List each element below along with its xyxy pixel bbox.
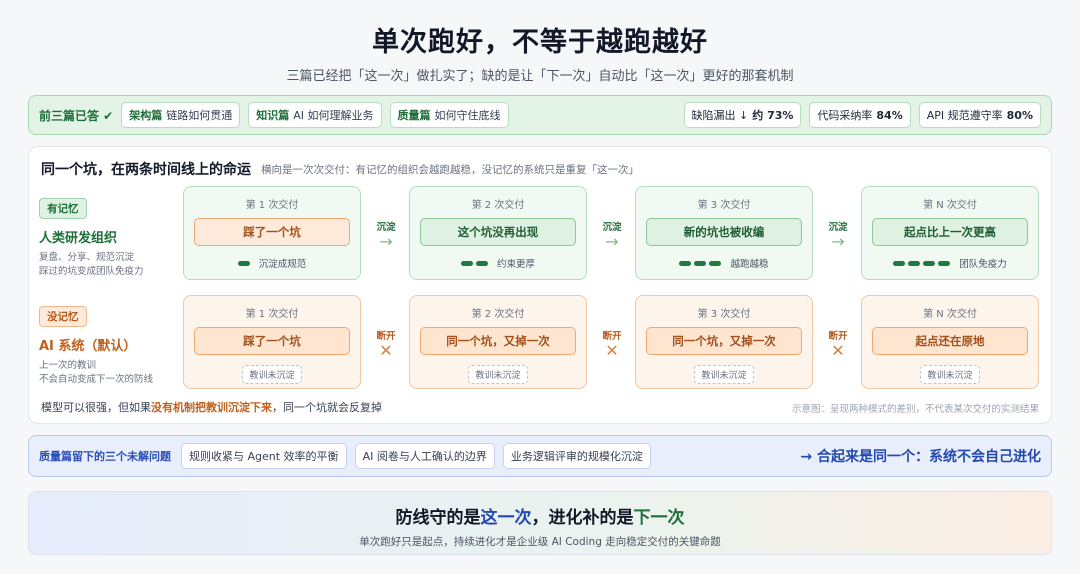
issue-chip: AI 阅卷与人工确认的边界 bbox=[354, 443, 495, 469]
page-subtitle: 三篇已经把「这一次」做扎实了；缺的是让「下一次」自动比「这一次」更好的那套机制 bbox=[286, 69, 794, 84]
card-ai-1: 第 1 次交付 踩了一个坑 教训未沉淀 bbox=[183, 295, 361, 389]
row-desc: 复盘、分享、规范沉淀 踩过的坑变成团队免疫力 bbox=[39, 252, 144, 277]
recap-label: 前三篇已答 ✔ bbox=[39, 108, 114, 123]
issue-chip: 业务逻辑评审的规模化沉淀 bbox=[502, 443, 651, 469]
row-label-memory: 有记忆 人类研发组织 复盘、分享、规范沉淀 踩过的坑变成团队免疫力 bbox=[39, 197, 179, 279]
panel-subtitle: 横向是一次次交付：有记忆的组织会越跑越稳，没记忆的系统只是重复「这一次」 bbox=[261, 164, 639, 176]
card-human-2: 第 2 次交付 这个坑没再出现 约束更厚 bbox=[409, 186, 587, 280]
cross-icon: ✕ bbox=[379, 341, 393, 360]
row-name-ai-system: AI 系统（默认） bbox=[39, 339, 137, 354]
panel-note: 模型可以很强，但如果没有机制把教训沉淀下来，同一个坑就会反复掉 bbox=[41, 401, 382, 414]
arrow-right-icon: → bbox=[379, 232, 393, 251]
card-ai-2: 第 2 次交付 同一个坑，又掉一次 教训未沉淀 bbox=[409, 295, 587, 389]
tag-memory: 有记忆 bbox=[39, 198, 87, 219]
card-ai-n: 第 N 次交付 起点还在原地 教训未沉淀 bbox=[861, 295, 1039, 389]
connector-broken: 断开 ✕ bbox=[589, 328, 635, 360]
metric-api-compliance: API 规范遵守率 80% bbox=[918, 102, 1041, 128]
issues-bar: 质量篇留下的三个未解问题 规则收紧与 Agent 效率的平衡 AI 阅卷与人工确… bbox=[28, 435, 1052, 477]
footer-banner: 防线守的是这一次，进化补的是下一次 单次跑好只是起点，持续进化才是企业级 AI … bbox=[28, 491, 1052, 555]
card-human-n: 第 N 次交付 起点比上一次更高 团队免疫力 bbox=[861, 186, 1039, 280]
row-label-no-memory: 没记忆 AI 系统（默认） 上一次的教训 不会自动变成下一次的防线 bbox=[39, 305, 179, 387]
connector-broken: 断开 ✕ bbox=[815, 328, 861, 360]
timeline-panel: 同一个坑，在两条时间线上的命运 横向是一次次交付：有记忆的组织会越跑越稳，没记忆… bbox=[28, 146, 1052, 424]
recap-chip-quality: 质量篇 如何守住底线 bbox=[389, 102, 509, 128]
recap-chip-architecture: 架构篇 链路如何贯通 bbox=[121, 102, 241, 128]
panel-caption: 示意图：呈现两种模式的差别，不代表某次交付的实测结果 bbox=[791, 404, 1039, 415]
page-title: 单次跑好，不等于越跑越好 bbox=[372, 27, 708, 58]
panel-title: 同一个坑，在两条时间线上的命运 bbox=[41, 162, 251, 178]
recap-chip-knowledge: 知识篇 AI 如何理解业务 bbox=[248, 102, 382, 128]
arrow-right-icon: → bbox=[605, 232, 619, 251]
row-desc: 上一次的教训 不会自动变成下一次的防线 bbox=[39, 360, 154, 385]
metric-code-adoption: 代码采纳率 84% bbox=[809, 102, 911, 128]
recap-bar: 前三篇已答 ✔ 架构篇 链路如何贯通 知识篇 AI 如何理解业务 质量篇 如何守住底线… bbox=[28, 95, 1052, 135]
cross-icon: ✕ bbox=[605, 341, 619, 360]
banner-subline: 单次跑好只是起点，持续进化才是企业级 AI Coding 走向稳定交付的关键命题 bbox=[359, 536, 721, 548]
cross-icon: ✕ bbox=[831, 341, 845, 360]
connector-sediment: 沉淀 → bbox=[589, 219, 635, 251]
banner-headline: 防线守的是这一次，进化补的是下一次 bbox=[395, 508, 685, 528]
card-ai-3: 第 3 次交付 同一个坑，又掉一次 教训未沉淀 bbox=[635, 295, 813, 389]
card-human-1: 第 1 次交付 踩了一个坑 沉淀成规范 bbox=[183, 186, 361, 280]
row-name-human-org: 人类研发组织 bbox=[39, 231, 118, 246]
connector-sediment: 沉淀 → bbox=[363, 219, 409, 251]
tag-no-memory: 没记忆 bbox=[39, 306, 87, 327]
issue-chip: 规则收紧与 Agent 效率的平衡 bbox=[181, 443, 347, 469]
issues-label: 质量篇留下的三个未解问题 bbox=[39, 450, 171, 463]
connector-sediment: 沉淀 → bbox=[815, 219, 861, 251]
issues-conclusion: → 合起来是同一个：系统不会自己进化 bbox=[800, 449, 1041, 465]
card-human-3: 第 3 次交付 新的坑也被收编 越跑越稳 bbox=[635, 186, 813, 280]
metric-defect-leak: 缺陷漏出 ↓ 约 73% bbox=[683, 102, 802, 128]
connector-broken: 断开 ✕ bbox=[363, 328, 409, 360]
arrow-right-icon: → bbox=[831, 232, 845, 251]
